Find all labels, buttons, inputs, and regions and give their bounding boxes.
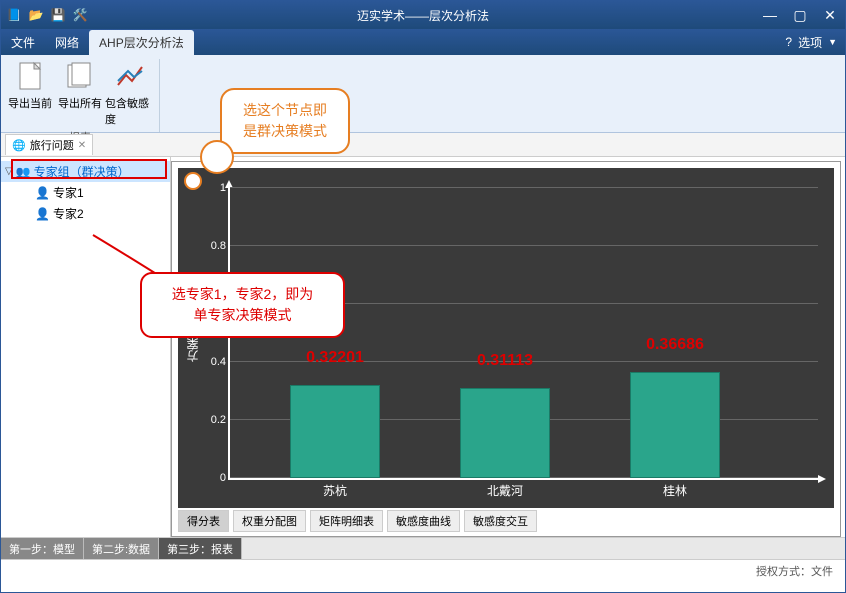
menu-file[interactable]: 文件 bbox=[1, 30, 45, 55]
help-icon[interactable]: ? bbox=[785, 35, 792, 49]
person-icon: 👤 bbox=[35, 207, 50, 221]
step-data[interactable]: 第二步:数据 bbox=[84, 538, 159, 559]
x-category-label: 桂林 bbox=[663, 478, 687, 499]
person-icon: 👤 bbox=[35, 186, 50, 200]
tree-panel: ▽ 👥 专家组（群决策） 👤 专家1 👤 专家2 bbox=[1, 157, 171, 537]
document-tab-label: 旅行问题 bbox=[30, 137, 74, 153]
step-report[interactable]: 第三步：报表 bbox=[159, 538, 242, 559]
menu-options[interactable]: 选项 bbox=[798, 34, 822, 51]
app-icon: 📘 bbox=[5, 6, 23, 24]
save-icon[interactable]: 💾 bbox=[49, 6, 67, 24]
open-icon[interactable]: 📂 bbox=[27, 6, 45, 24]
minimize-button[interactable]: ― bbox=[755, 4, 785, 26]
step-bar: 第一步：模型 第二步:数据 第三步：报表 bbox=[1, 537, 845, 559]
annotation-callout: 选专家1，专家2，即为 单专家决策模式 bbox=[140, 272, 345, 338]
chart-area: 方案得分 0 0.2 0.4 0.6 0.8 1 0.32201 苏杭 0.31… bbox=[178, 168, 834, 508]
menubar: 文件 网络 AHP层次分析法 ? 选项 ▼ bbox=[1, 29, 845, 55]
bar-value-label: 0.36686 bbox=[646, 336, 704, 354]
documents-icon bbox=[64, 61, 96, 93]
ytick: 0.4 bbox=[211, 356, 230, 368]
maximize-button[interactable]: ▢ bbox=[785, 4, 815, 26]
chart-bar bbox=[630, 372, 720, 478]
tree-expert2-label: 专家2 bbox=[53, 205, 84, 222]
ytick: 0.2 bbox=[211, 414, 230, 426]
annotation-callout: 选这个节点即 是群决策模式 bbox=[220, 88, 350, 154]
workarea: ▽ 👥 专家组（群决策） 👤 专家1 👤 专家2 方案得分 0 0.2 0.4 … bbox=[1, 157, 845, 537]
x-category-label: 北戴河 bbox=[487, 478, 523, 499]
group-icon: 👥 bbox=[16, 165, 31, 179]
status-text: 授权方式：文件 bbox=[756, 563, 833, 579]
tab-matrix[interactable]: 矩阵明细表 bbox=[310, 510, 383, 532]
menu-network[interactable]: 网络 bbox=[45, 30, 89, 55]
tree-expert1[interactable]: 👤 专家1 bbox=[1, 182, 170, 203]
chart-tabstrip: 得分表 权重分配图 矩阵明细表 敏感度曲线 敏感度交互 bbox=[172, 508, 840, 536]
menu-ahp[interactable]: AHP层次分析法 bbox=[89, 30, 194, 55]
titlebar: 📘 📂 💾 🛠️ 迈实学术——层次分析法 ― ▢ ✕ bbox=[1, 1, 845, 29]
ytick: 1 bbox=[220, 182, 230, 194]
export-all-button[interactable]: 导出所有 bbox=[55, 59, 105, 127]
dropdown-icon[interactable]: ▼ bbox=[828, 37, 837, 47]
tree-root-label: 专家组（群决策） bbox=[34, 163, 130, 180]
tab-sens-interact[interactable]: 敏感度交互 bbox=[464, 510, 537, 532]
tools-icon[interactable]: 🛠️ bbox=[71, 6, 89, 24]
chart-pane: 方案得分 0 0.2 0.4 0.6 0.8 1 0.32201 苏杭 0.31… bbox=[171, 161, 841, 537]
statusbar: 授权方式：文件 bbox=[1, 559, 845, 581]
x-axis-arrow-icon bbox=[818, 475, 826, 483]
tab-score[interactable]: 得分表 bbox=[178, 510, 229, 532]
tab-weight[interactable]: 权重分配图 bbox=[233, 510, 306, 532]
document-icon bbox=[14, 61, 46, 93]
bar-value-label: 0.32201 bbox=[306, 349, 364, 367]
ribbon: 导出当前 导出所有 包含敏感度 报表 bbox=[1, 55, 845, 133]
bar-value-label: 0.31113 bbox=[477, 352, 533, 370]
window-title: 迈实学术——层次分析法 bbox=[357, 7, 489, 24]
tree-root-node[interactable]: ▽ 👥 专家组（群决策） bbox=[1, 161, 170, 182]
tree-expert2[interactable]: 👤 专家2 bbox=[1, 203, 170, 224]
chart-bar bbox=[460, 388, 550, 478]
chevron-down-icon[interactable]: ▽ bbox=[5, 166, 13, 177]
sensitivity-button[interactable]: 包含敏感度 bbox=[105, 59, 155, 127]
chart-bar bbox=[290, 385, 380, 478]
tab-sens-curve[interactable]: 敏感度曲线 bbox=[387, 510, 460, 532]
x-category-label: 苏杭 bbox=[323, 478, 347, 499]
document-tab[interactable]: 🌐 旅行问题 ✕ bbox=[5, 134, 93, 155]
document-tabstrip: 🌐 旅行问题 ✕ bbox=[1, 133, 845, 157]
close-button[interactable]: ✕ bbox=[815, 4, 845, 26]
ytick: 0.8 bbox=[211, 240, 230, 252]
ytick: 0 bbox=[220, 472, 230, 484]
export-current-button[interactable]: 导出当前 bbox=[5, 59, 55, 127]
tree-expert1-label: 专家1 bbox=[53, 184, 84, 201]
chart-line-icon bbox=[114, 61, 146, 93]
globe-icon: 🌐 bbox=[12, 139, 26, 152]
step-model[interactable]: 第一步：模型 bbox=[1, 538, 84, 559]
close-icon[interactable]: ✕ bbox=[78, 140, 86, 151]
